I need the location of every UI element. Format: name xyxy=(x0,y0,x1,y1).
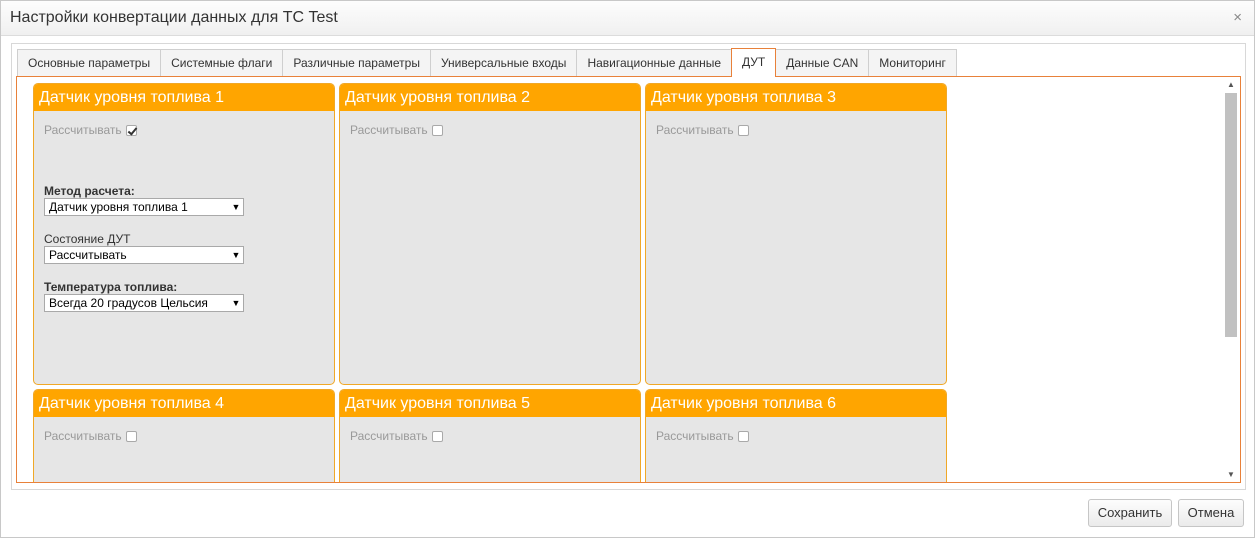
scroll-up-icon[interactable]: ▲ xyxy=(1227,80,1235,89)
temperature-label: Температура топлива: xyxy=(44,280,178,294)
calculate-label: Рассчитывать xyxy=(656,123,734,137)
vertical-scrollbar[interactable]: ▲ ▼ xyxy=(1224,77,1238,482)
scroll-down-icon[interactable]: ▼ xyxy=(1227,470,1235,479)
fuel-sensor-panel-2: Датчик уровня топлива 2 Рассчитывать xyxy=(339,83,641,385)
method-value: Датчик уровня топлива 1 xyxy=(49,200,188,214)
tab-universal-inputs[interactable]: Универсальные входы xyxy=(429,49,578,76)
calculate-label: Рассчитывать xyxy=(656,429,734,443)
calculate-label: Рассчитывать xyxy=(350,429,428,443)
tab-monitoring[interactable]: Мониторинг xyxy=(868,49,957,76)
tab-main-parameters[interactable]: Основные параметры xyxy=(17,49,162,76)
tab-bar: Основные параметры Системные флаги Разли… xyxy=(17,48,957,77)
chevron-down-icon: ▼ xyxy=(229,199,243,215)
panel-title: Датчик уровня топлива 1 xyxy=(34,84,334,111)
panel-title: Датчик уровня топлива 2 xyxy=(340,84,640,111)
temperature-select[interactable]: Всегда 20 градусов Цельсия ▼ xyxy=(44,294,244,312)
state-value: Рассчитывать xyxy=(49,248,127,262)
scrollbar-thumb[interactable] xyxy=(1225,93,1237,337)
calculate-checkbox[interactable] xyxy=(737,430,749,442)
calculate-row: Рассчитывать xyxy=(350,123,443,137)
calculate-label: Рассчитывать xyxy=(44,123,122,137)
tab-fuel-sensors[interactable]: ДУТ xyxy=(731,48,777,77)
calculate-checkbox[interactable] xyxy=(125,430,137,442)
tab-system-flags[interactable]: Системные флаги xyxy=(160,49,284,76)
close-icon[interactable]: × xyxy=(1233,9,1242,26)
calculate-row: Рассчитывать xyxy=(350,429,443,443)
calculate-row: Рассчитывать xyxy=(44,429,137,443)
method-select[interactable]: Датчик уровня топлива 1 ▼ xyxy=(44,198,244,216)
fuel-sensor-panel-6: Датчик уровня топлива 6 Рассчитывать xyxy=(645,389,947,482)
calculate-row: Рассчитывать xyxy=(44,123,137,137)
tab-various-parameters[interactable]: Различные параметры xyxy=(282,49,431,76)
save-button[interactable]: Сохранить xyxy=(1088,499,1172,527)
panel-title: Датчик уровня топлива 3 xyxy=(646,84,946,111)
fuel-sensor-panel-5: Датчик уровня топлива 5 Рассчитывать xyxy=(339,389,641,482)
tab-container: Основные параметры Системные флаги Разли… xyxy=(11,43,1246,490)
calculate-label: Рассчитывать xyxy=(44,429,122,443)
fuel-sensor-panel-1: Датчик уровня топлива 1 Рассчитывать Мет… xyxy=(33,83,335,385)
calculate-checkbox[interactable] xyxy=(431,430,443,442)
tab-can-data[interactable]: Данные CAN xyxy=(775,49,870,76)
panel-title: Датчик уровня топлива 6 xyxy=(646,390,946,417)
panel-title: Датчик уровня топлива 4 xyxy=(34,390,334,417)
tab-content-fuel-sensors: Датчик уровня топлива 1 Рассчитывать Мет… xyxy=(16,76,1241,483)
calculate-checkbox[interactable] xyxy=(125,124,137,136)
fuel-sensor-panel-3: Датчик уровня топлива 3 Рассчитывать xyxy=(645,83,947,385)
dialog-titlebar[interactable]: Настройки конвертации данных для ТС Test… xyxy=(1,1,1254,36)
calculate-row: Рассчитывать xyxy=(656,123,749,137)
chevron-down-icon: ▼ xyxy=(229,295,243,311)
state-label: Состояние ДУТ xyxy=(44,232,131,246)
fuel-sensor-panel-4: Датчик уровня топлива 4 Рассчитывать xyxy=(33,389,335,482)
conversion-settings-dialog: Настройки конвертации данных для ТС Test… xyxy=(0,0,1255,538)
tab-navigation-data[interactable]: Навигационные данные xyxy=(576,49,733,76)
dialog-title: Настройки конвертации данных для ТС Test xyxy=(10,9,338,26)
panel-title: Датчик уровня топлива 5 xyxy=(340,390,640,417)
calculate-checkbox[interactable] xyxy=(737,124,749,136)
method-label: Метод расчета: xyxy=(44,184,135,198)
calculate-row: Рассчитывать xyxy=(656,429,749,443)
state-select[interactable]: Рассчитывать ▼ xyxy=(44,246,244,264)
cancel-button[interactable]: Отмена xyxy=(1178,499,1244,527)
calculate-label: Рассчитывать xyxy=(350,123,428,137)
temperature-value: Всегда 20 градусов Цельсия xyxy=(49,296,208,310)
calculate-checkbox[interactable] xyxy=(431,124,443,136)
chevron-down-icon: ▼ xyxy=(229,247,243,263)
